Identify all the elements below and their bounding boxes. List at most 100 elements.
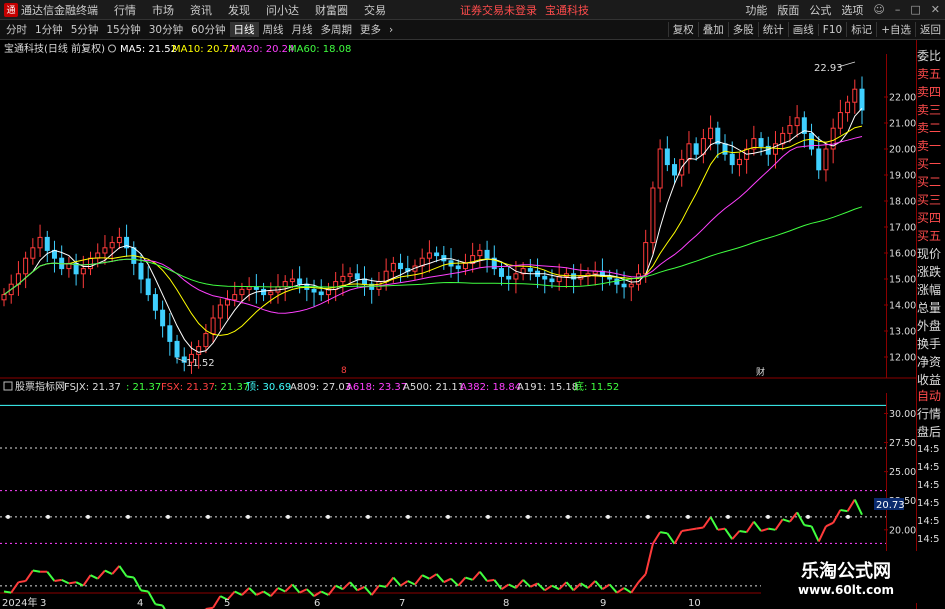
app-logo-icon: 通 bbox=[4, 2, 18, 17]
quote-bid4[interactable]: 买四 bbox=[917, 210, 945, 226]
menu-item-market[interactable]: 市场 bbox=[144, 2, 182, 18]
panel-auto[interactable]: 自动 bbox=[917, 388, 945, 404]
tick-time-5: 14:5 bbox=[917, 516, 940, 527]
tab-more[interactable]: 更多 bbox=[356, 22, 385, 37]
ma10-label: MA10: 20.72 bbox=[172, 44, 235, 55]
main-chart-title: 宝通科技(日线 前复权) bbox=[4, 42, 105, 55]
quote-ask4[interactable]: 卖四 bbox=[917, 84, 945, 100]
price-tick-label: 15.00 bbox=[889, 275, 916, 286]
menu-item-layout[interactable]: 版面 bbox=[772, 2, 804, 18]
tab-multi-period[interactable]: 多周期 bbox=[317, 22, 357, 37]
menu-item-wealth[interactable]: 财富圈 bbox=[307, 2, 356, 18]
quote-outer-volume[interactable]: 外盘 bbox=[917, 318, 945, 334]
tab-1min[interactable]: 1分钟 bbox=[31, 22, 67, 37]
indicator-segment bbox=[126, 575, 134, 579]
quote-ask2[interactable]: 卖二 bbox=[917, 120, 945, 136]
menu-item-formula[interactable]: 公式 bbox=[804, 2, 836, 18]
indicator-a809: A809: 27.03 bbox=[290, 382, 351, 393]
menu-item-options[interactable]: 选项 bbox=[836, 2, 868, 18]
candle-body bbox=[37, 236, 43, 249]
candle-body bbox=[477, 249, 483, 257]
candle-body bbox=[758, 138, 764, 147]
panel-after-hours[interactable]: 盘后 bbox=[917, 424, 945, 440]
candle-body bbox=[347, 273, 353, 277]
mark-button[interactable]: 标记 bbox=[846, 22, 876, 37]
quote-bid1[interactable]: 买一 bbox=[917, 156, 945, 172]
tab-60min[interactable]: 60分钟 bbox=[187, 22, 229, 37]
tab-5min[interactable]: 5分钟 bbox=[67, 22, 103, 37]
kline-chart[interactable]: 宝通科技(日线 前复权) MA5: 21.52 MA10: 20.72 MA20… bbox=[0, 40, 945, 609]
indicator-dot bbox=[726, 514, 730, 519]
high-annotation: 22.93 bbox=[814, 63, 843, 74]
candle-body bbox=[80, 268, 86, 275]
f10-button[interactable]: F10 bbox=[817, 23, 846, 36]
candle-body bbox=[116, 236, 122, 244]
menu-item-ask[interactable]: 问小达 bbox=[258, 2, 307, 18]
statistics-button[interactable]: 统计 bbox=[757, 22, 788, 37]
event-marker-a[interactable]: 8 bbox=[341, 366, 347, 376]
indicator-segment bbox=[18, 580, 26, 584]
back-button[interactable]: 返回 bbox=[915, 22, 945, 37]
price-tick-label: 18.00 bbox=[889, 197, 916, 208]
quote-bid5[interactable]: 买五 bbox=[917, 228, 945, 244]
chevron-right-icon[interactable]: › bbox=[385, 24, 397, 36]
quote-bid2[interactable]: 买二 bbox=[917, 174, 945, 190]
candle-body bbox=[664, 148, 670, 166]
candle-body bbox=[44, 236, 50, 251]
watermark-title: 乐淘公式网 bbox=[801, 561, 891, 582]
quote-volume[interactable]: 总量 bbox=[917, 300, 945, 316]
indicator-fsjx-2: : 21.37 bbox=[126, 382, 161, 393]
menu-item-function[interactable]: 功能 bbox=[740, 2, 772, 18]
quote-bid3[interactable]: 买三 bbox=[917, 192, 945, 208]
indicator-bottom: 底: 11.52 bbox=[574, 380, 619, 393]
quote-ask5[interactable]: 卖五 bbox=[917, 66, 945, 82]
candle-body bbox=[268, 291, 274, 296]
menu-item-quotes[interactable]: 行情 bbox=[106, 2, 144, 18]
menu-item-discover[interactable]: 发现 bbox=[220, 2, 258, 18]
quote-change-pct[interactable]: 涨幅 bbox=[917, 282, 945, 298]
candle-body bbox=[102, 247, 108, 254]
menu-item-news[interactable]: 资讯 bbox=[182, 2, 220, 18]
user-icon[interactable]: ☺ bbox=[868, 3, 889, 16]
tab-weekly[interactable]: 周线 bbox=[259, 22, 288, 37]
add-watchlist-button[interactable]: +自选 bbox=[876, 22, 915, 37]
minimize-icon[interactable]: – bbox=[890, 3, 906, 16]
candle-body bbox=[628, 283, 634, 288]
restore-rights-button[interactable]: 复权 bbox=[667, 22, 698, 37]
menu-item-trade[interactable]: 交易 bbox=[356, 2, 394, 18]
tab-30min[interactable]: 30分钟 bbox=[145, 22, 187, 37]
login-notice[interactable]: 证券交易未登录 bbox=[456, 2, 541, 18]
price-tick-label: 21.00 bbox=[889, 119, 916, 130]
multi-stock-button[interactable]: 多股 bbox=[727, 22, 758, 37]
date-label-aug: 8 bbox=[503, 598, 509, 609]
candle-body bbox=[462, 262, 468, 270]
close-icon[interactable]: ✕ bbox=[926, 3, 945, 16]
candle-body bbox=[434, 252, 440, 257]
event-marker-b[interactable]: 财 bbox=[756, 366, 765, 378]
panel-quotes[interactable]: 行情 bbox=[917, 406, 945, 422]
candle-body bbox=[498, 268, 504, 277]
quote-turnover[interactable]: 换手 bbox=[917, 336, 945, 352]
candle-body bbox=[837, 112, 843, 129]
indicator-segment bbox=[659, 531, 668, 535]
quote-ask3[interactable]: 卖三 bbox=[917, 102, 945, 118]
quote-commission-ratio[interactable]: 委比 bbox=[917, 48, 945, 64]
toolbar: 分时 1分钟 5分钟 15分钟 30分钟 60分钟 日线 周线 月线 多周期 更… bbox=[0, 20, 945, 40]
quote-ask1[interactable]: 卖一 bbox=[917, 138, 945, 154]
indicator-dot bbox=[326, 514, 330, 519]
indicator-dot bbox=[486, 514, 490, 519]
tab-daily[interactable]: 日线 bbox=[229, 22, 259, 37]
maximize-icon[interactable]: □ bbox=[905, 3, 925, 16]
quote-earnings[interactable]: 收益 bbox=[917, 372, 945, 388]
tab-15min[interactable]: 15分钟 bbox=[102, 22, 144, 37]
quote-change[interactable]: 涨跌 bbox=[917, 264, 945, 280]
quote-price[interactable]: 现价 bbox=[917, 246, 945, 262]
tab-intraday[interactable]: 分时 bbox=[0, 22, 31, 37]
tab-monthly[interactable]: 月线 bbox=[288, 22, 317, 37]
price-tick-label: 20.00 bbox=[889, 145, 916, 156]
quote-net-assets[interactable]: 净资 bbox=[917, 354, 945, 370]
draw-line-button[interactable]: 画线 bbox=[787, 22, 818, 37]
candle-body bbox=[30, 247, 36, 259]
overlay-button[interactable]: 叠加 bbox=[697, 22, 728, 37]
candle-body bbox=[210, 317, 216, 335]
